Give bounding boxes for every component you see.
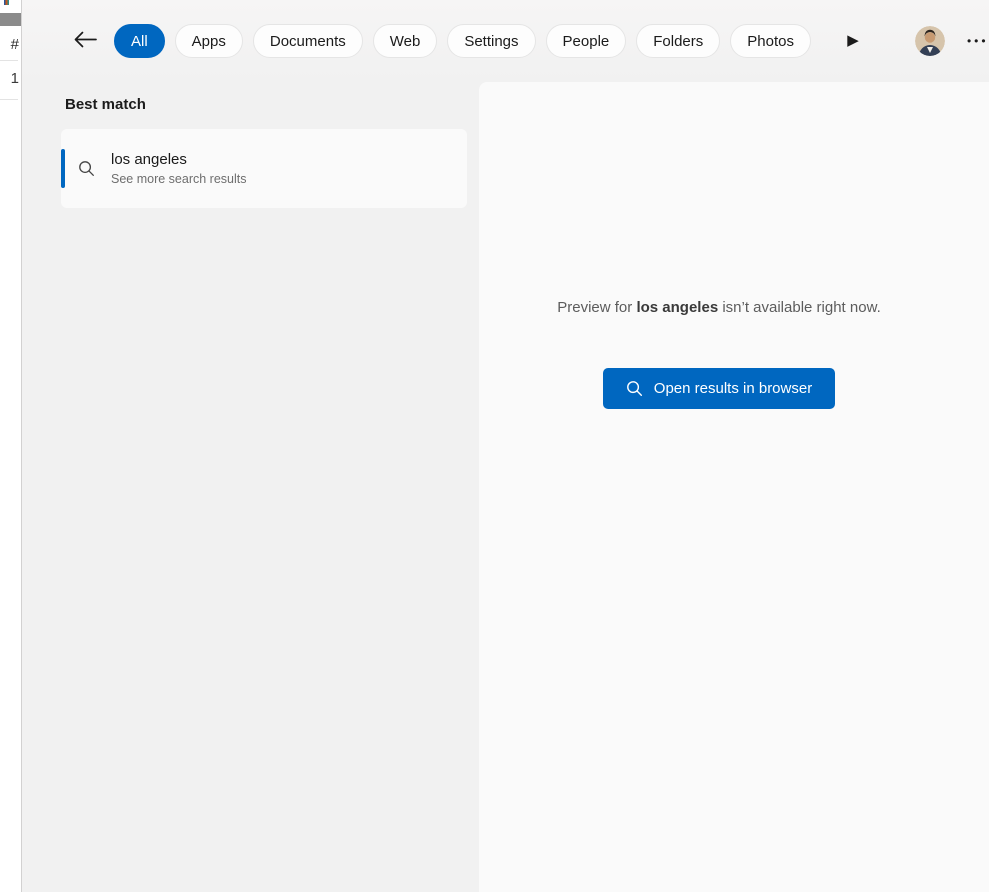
search-filter-bar: All Apps Documents Web Settings People F… <box>22 0 989 82</box>
search-results-area: Best match los angeles See more search r… <box>22 82 989 892</box>
filter-tab-folders[interactable]: Folders <box>636 24 720 58</box>
filter-tab-documents[interactable]: Documents <box>253 24 363 58</box>
results-column: Best match los angeles See more search r… <box>22 82 479 892</box>
background-app-logo <box>4 0 9 5</box>
more-options-icon[interactable]: ••• <box>967 29 989 53</box>
selection-accent-bar <box>61 149 65 188</box>
back-arrow-icon <box>73 31 97 51</box>
result-text: los angeles See more search results <box>111 151 246 186</box>
spreadsheet-row-divider <box>0 99 18 100</box>
background-toolbar-strip <box>0 13 21 26</box>
spreadsheet-row-divider <box>0 60 18 61</box>
best-match-heading: Best match <box>65 96 479 113</box>
preview-query-text: los angeles <box>636 299 718 316</box>
filter-tab-web[interactable]: Web <box>373 24 438 58</box>
back-button[interactable] <box>70 26 100 56</box>
more-filters-arrow-icon[interactable]: ▶ <box>841 29 865 53</box>
filter-tab-settings[interactable]: Settings <box>447 24 535 58</box>
open-results-label: Open results in browser <box>654 380 812 397</box>
spreadsheet-row-number: 1 <box>0 70 19 87</box>
preview-panel: Preview for los angeles isn’t available … <box>479 82 989 892</box>
search-icon <box>626 380 643 397</box>
filter-tab-all[interactable]: All <box>114 24 165 58</box>
best-match-result[interactable]: los angeles See more search results <box>61 129 467 208</box>
search-icon <box>78 160 95 177</box>
filter-tab-photos[interactable]: Photos <box>730 24 811 58</box>
avatar[interactable] <box>915 26 945 56</box>
result-title: los angeles <box>111 151 246 168</box>
spreadsheet-column-header: # <box>0 36 19 53</box>
filter-tab-people[interactable]: People <box>546 24 627 58</box>
filter-tab-apps[interactable]: Apps <box>175 24 243 58</box>
background-window-sliver: # 1 <box>0 0 21 892</box>
filter-pills: All Apps Documents Web Settings People F… <box>114 24 811 58</box>
result-subtitle: See more search results <box>111 172 246 186</box>
preview-unavailable-message: Preview for los angeles isn’t available … <box>557 299 881 316</box>
open-results-in-browser-button[interactable]: Open results in browser <box>603 368 835 409</box>
search-flyout: All Apps Documents Web Settings People F… <box>21 0 989 892</box>
